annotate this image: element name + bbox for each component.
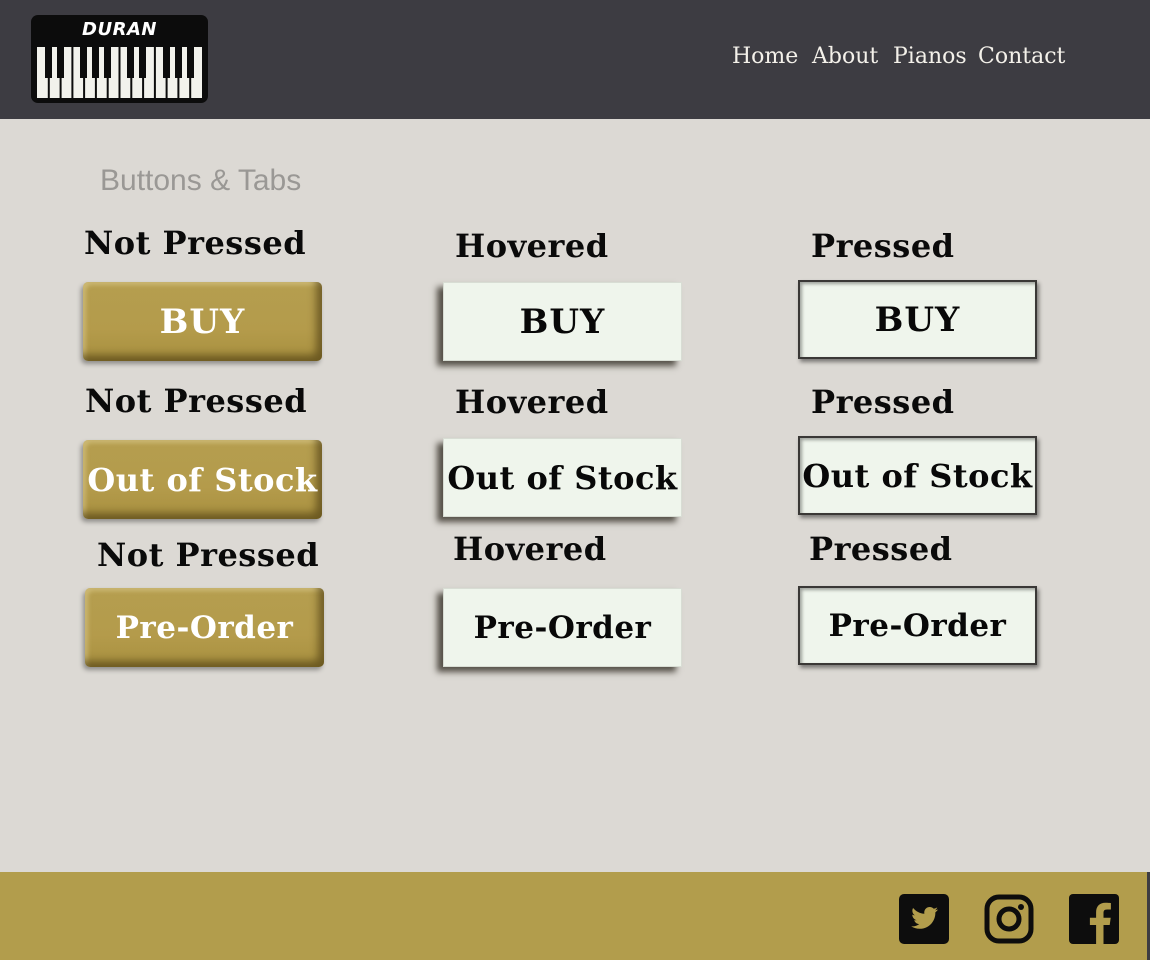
buy-button-hovered[interactable]: BUY <box>443 282 682 361</box>
state-label-pressed: Pressed <box>811 227 955 265</box>
state-label-hovered: Hovered <box>455 383 609 421</box>
logo-text: DURAN <box>82 19 157 40</box>
out-of-stock-button-hovered[interactable]: Out of Stock <box>443 438 682 517</box>
duran-logo[interactable]: DURAN <box>31 15 208 103</box>
nav-home[interactable]: Home <box>732 44 798 74</box>
state-label-not-pressed: Not Pressed <box>85 382 308 420</box>
state-label-pressed: Pressed <box>811 383 955 421</box>
state-label-not-pressed: Not Pressed <box>84 224 307 262</box>
piano-keys-icon <box>37 47 202 98</box>
state-label-hovered: Hovered <box>455 227 609 265</box>
twitter-icon[interactable] <box>899 894 949 944</box>
nav-pianos[interactable]: Pianos <box>893 44 967 74</box>
out-of-stock-button-pressed[interactable]: Out of Stock <box>798 436 1037 515</box>
site-header: DURAN Home About Pianos Contact <box>0 0 1150 119</box>
state-label-pressed: Pressed <box>809 530 953 568</box>
section-title: Buttons & Tabs <box>100 164 302 197</box>
state-label-not-pressed: Not Pressed <box>97 536 320 574</box>
buy-button-not-pressed[interactable]: BUY <box>83 282 322 361</box>
nav-about[interactable]: About <box>812 44 878 74</box>
pre-order-button-not-pressed[interactable]: Pre-Order <box>85 588 324 667</box>
facebook-icon[interactable] <box>1069 894 1119 944</box>
nav-contact[interactable]: Contact <box>978 44 1065 74</box>
pre-order-button-hovered[interactable]: Pre-Order <box>443 588 682 667</box>
pre-order-button-pressed[interactable]: Pre-Order <box>798 586 1037 665</box>
instagram-icon[interactable] <box>984 894 1034 944</box>
state-label-hovered: Hovered <box>453 530 607 568</box>
buy-button-pressed[interactable]: BUY <box>798 280 1037 359</box>
site-footer <box>0 872 1150 960</box>
out-of-stock-button-not-pressed[interactable]: Out of Stock <box>83 440 322 519</box>
